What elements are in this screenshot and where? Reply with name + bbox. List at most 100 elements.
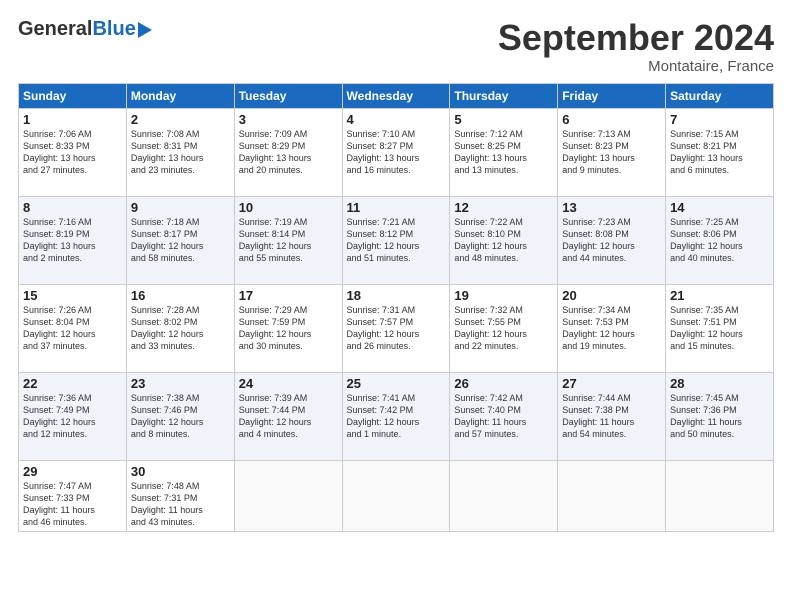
day-header-thursday: Thursday xyxy=(450,83,558,108)
day-number: 3 xyxy=(239,112,338,127)
calendar-cell xyxy=(666,460,774,532)
day-number: 19 xyxy=(454,288,553,303)
calendar-cell: 17Sunrise: 7:29 AM Sunset: 7:59 PM Dayli… xyxy=(234,284,342,372)
day-number: 15 xyxy=(23,288,122,303)
cell-details: Sunrise: 7:42 AM Sunset: 7:40 PM Dayligh… xyxy=(454,392,553,441)
day-number: 23 xyxy=(131,376,230,391)
day-number: 14 xyxy=(670,200,769,215)
day-number: 16 xyxy=(131,288,230,303)
calendar-cell: 26Sunrise: 7:42 AM Sunset: 7:40 PM Dayli… xyxy=(450,372,558,460)
cell-details: Sunrise: 7:28 AM Sunset: 8:02 PM Dayligh… xyxy=(131,304,230,353)
calendar-cell: 2Sunrise: 7:08 AM Sunset: 8:31 PM Daylig… xyxy=(126,108,234,196)
cell-details: Sunrise: 7:10 AM Sunset: 8:27 PM Dayligh… xyxy=(347,128,446,177)
cell-details: Sunrise: 7:08 AM Sunset: 8:31 PM Dayligh… xyxy=(131,128,230,177)
day-header-saturday: Saturday xyxy=(666,83,774,108)
cell-details: Sunrise: 7:47 AM Sunset: 7:33 PM Dayligh… xyxy=(23,480,122,529)
calendar-cell: 16Sunrise: 7:28 AM Sunset: 8:02 PM Dayli… xyxy=(126,284,234,372)
calendar-week-5: 29Sunrise: 7:47 AM Sunset: 7:33 PM Dayli… xyxy=(19,460,774,532)
cell-details: Sunrise: 7:29 AM Sunset: 7:59 PM Dayligh… xyxy=(239,304,338,353)
cell-details: Sunrise: 7:34 AM Sunset: 7:53 PM Dayligh… xyxy=(562,304,661,353)
logo-arrow-icon xyxy=(138,22,152,38)
cell-details: Sunrise: 7:45 AM Sunset: 7:36 PM Dayligh… xyxy=(670,392,769,441)
cell-details: Sunrise: 7:48 AM Sunset: 7:31 PM Dayligh… xyxy=(131,480,230,529)
calendar-cell xyxy=(234,460,342,532)
location: Montataire, France xyxy=(498,58,774,75)
calendar-cell: 28Sunrise: 7:45 AM Sunset: 7:36 PM Dayli… xyxy=(666,372,774,460)
calendar-cell: 14Sunrise: 7:25 AM Sunset: 8:06 PM Dayli… xyxy=(666,196,774,284)
calendar-cell: 10Sunrise: 7:19 AM Sunset: 8:14 PM Dayli… xyxy=(234,196,342,284)
day-header-friday: Friday xyxy=(558,83,666,108)
day-header-tuesday: Tuesday xyxy=(234,83,342,108)
day-number: 11 xyxy=(347,200,446,215)
calendar-cell: 20Sunrise: 7:34 AM Sunset: 7:53 PM Dayli… xyxy=(558,284,666,372)
day-number: 5 xyxy=(454,112,553,127)
cell-details: Sunrise: 7:25 AM Sunset: 8:06 PM Dayligh… xyxy=(670,216,769,265)
calendar-cell: 25Sunrise: 7:41 AM Sunset: 7:42 PM Dayli… xyxy=(342,372,450,460)
cell-details: Sunrise: 7:12 AM Sunset: 8:25 PM Dayligh… xyxy=(454,128,553,177)
calendar-cell: 6Sunrise: 7:13 AM Sunset: 8:23 PM Daylig… xyxy=(558,108,666,196)
calendar-table: SundayMondayTuesdayWednesdayThursdayFrid… xyxy=(18,83,774,533)
calendar-cell: 7Sunrise: 7:15 AM Sunset: 8:21 PM Daylig… xyxy=(666,108,774,196)
day-number: 18 xyxy=(347,288,446,303)
calendar-cell: 4Sunrise: 7:10 AM Sunset: 8:27 PM Daylig… xyxy=(342,108,450,196)
cell-details: Sunrise: 7:18 AM Sunset: 8:17 PM Dayligh… xyxy=(131,216,230,265)
calendar-cell: 13Sunrise: 7:23 AM Sunset: 8:08 PM Dayli… xyxy=(558,196,666,284)
calendar-cell: 3Sunrise: 7:09 AM Sunset: 8:29 PM Daylig… xyxy=(234,108,342,196)
day-number: 30 xyxy=(131,464,230,479)
calendar-cell: 27Sunrise: 7:44 AM Sunset: 7:38 PM Dayli… xyxy=(558,372,666,460)
day-number: 1 xyxy=(23,112,122,127)
calendar-cell: 30Sunrise: 7:48 AM Sunset: 7:31 PM Dayli… xyxy=(126,460,234,532)
calendar-cell: 18Sunrise: 7:31 AM Sunset: 7:57 PM Dayli… xyxy=(342,284,450,372)
calendar-header-row: SundayMondayTuesdayWednesdayThursdayFrid… xyxy=(19,83,774,108)
day-number: 29 xyxy=(23,464,122,479)
calendar-cell: 22Sunrise: 7:36 AM Sunset: 7:49 PM Dayli… xyxy=(19,372,127,460)
day-header-monday: Monday xyxy=(126,83,234,108)
day-number: 13 xyxy=(562,200,661,215)
calendar-cell: 19Sunrise: 7:32 AM Sunset: 7:55 PM Dayli… xyxy=(450,284,558,372)
cell-details: Sunrise: 7:39 AM Sunset: 7:44 PM Dayligh… xyxy=(239,392,338,441)
cell-details: Sunrise: 7:35 AM Sunset: 7:51 PM Dayligh… xyxy=(670,304,769,353)
calendar-cell xyxy=(342,460,450,532)
calendar-cell: 8Sunrise: 7:16 AM Sunset: 8:19 PM Daylig… xyxy=(19,196,127,284)
logo-text: GeneralBlue xyxy=(18,18,152,41)
cell-details: Sunrise: 7:23 AM Sunset: 8:08 PM Dayligh… xyxy=(562,216,661,265)
cell-details: Sunrise: 7:16 AM Sunset: 8:19 PM Dayligh… xyxy=(23,216,122,265)
day-number: 25 xyxy=(347,376,446,391)
day-number: 2 xyxy=(131,112,230,127)
calendar-cell: 1Sunrise: 7:06 AM Sunset: 8:33 PM Daylig… xyxy=(19,108,127,196)
calendar-cell: 15Sunrise: 7:26 AM Sunset: 8:04 PM Dayli… xyxy=(19,284,127,372)
cell-details: Sunrise: 7:09 AM Sunset: 8:29 PM Dayligh… xyxy=(239,128,338,177)
day-number: 6 xyxy=(562,112,661,127)
calendar-cell: 9Sunrise: 7:18 AM Sunset: 8:17 PM Daylig… xyxy=(126,196,234,284)
day-number: 10 xyxy=(239,200,338,215)
calendar-week-1: 1Sunrise: 7:06 AM Sunset: 8:33 PM Daylig… xyxy=(19,108,774,196)
day-header-wednesday: Wednesday xyxy=(342,83,450,108)
cell-details: Sunrise: 7:19 AM Sunset: 8:14 PM Dayligh… xyxy=(239,216,338,265)
cell-details: Sunrise: 7:26 AM Sunset: 8:04 PM Dayligh… xyxy=(23,304,122,353)
day-number: 17 xyxy=(239,288,338,303)
calendar-cell xyxy=(450,460,558,532)
cell-details: Sunrise: 7:44 AM Sunset: 7:38 PM Dayligh… xyxy=(562,392,661,441)
calendar-cell: 12Sunrise: 7:22 AM Sunset: 8:10 PM Dayli… xyxy=(450,196,558,284)
day-number: 21 xyxy=(670,288,769,303)
calendar-cell xyxy=(558,460,666,532)
cell-details: Sunrise: 7:32 AM Sunset: 7:55 PM Dayligh… xyxy=(454,304,553,353)
cell-details: Sunrise: 7:41 AM Sunset: 7:42 PM Dayligh… xyxy=(347,392,446,441)
header: GeneralBlue September 2024 Montataire, F… xyxy=(18,18,774,75)
cell-details: Sunrise: 7:22 AM Sunset: 8:10 PM Dayligh… xyxy=(454,216,553,265)
logo: GeneralBlue xyxy=(18,18,152,41)
day-number: 28 xyxy=(670,376,769,391)
day-number: 9 xyxy=(131,200,230,215)
month-title: September 2024 xyxy=(498,18,774,58)
cell-details: Sunrise: 7:15 AM Sunset: 8:21 PM Dayligh… xyxy=(670,128,769,177)
day-number: 27 xyxy=(562,376,661,391)
cell-details: Sunrise: 7:13 AM Sunset: 8:23 PM Dayligh… xyxy=(562,128,661,177)
cell-details: Sunrise: 7:36 AM Sunset: 7:49 PM Dayligh… xyxy=(23,392,122,441)
page: GeneralBlue September 2024 Montataire, F… xyxy=(0,0,792,612)
calendar-week-2: 8Sunrise: 7:16 AM Sunset: 8:19 PM Daylig… xyxy=(19,196,774,284)
day-header-sunday: Sunday xyxy=(19,83,127,108)
calendar-cell: 29Sunrise: 7:47 AM Sunset: 7:33 PM Dayli… xyxy=(19,460,127,532)
day-number: 4 xyxy=(347,112,446,127)
day-number: 20 xyxy=(562,288,661,303)
day-number: 7 xyxy=(670,112,769,127)
